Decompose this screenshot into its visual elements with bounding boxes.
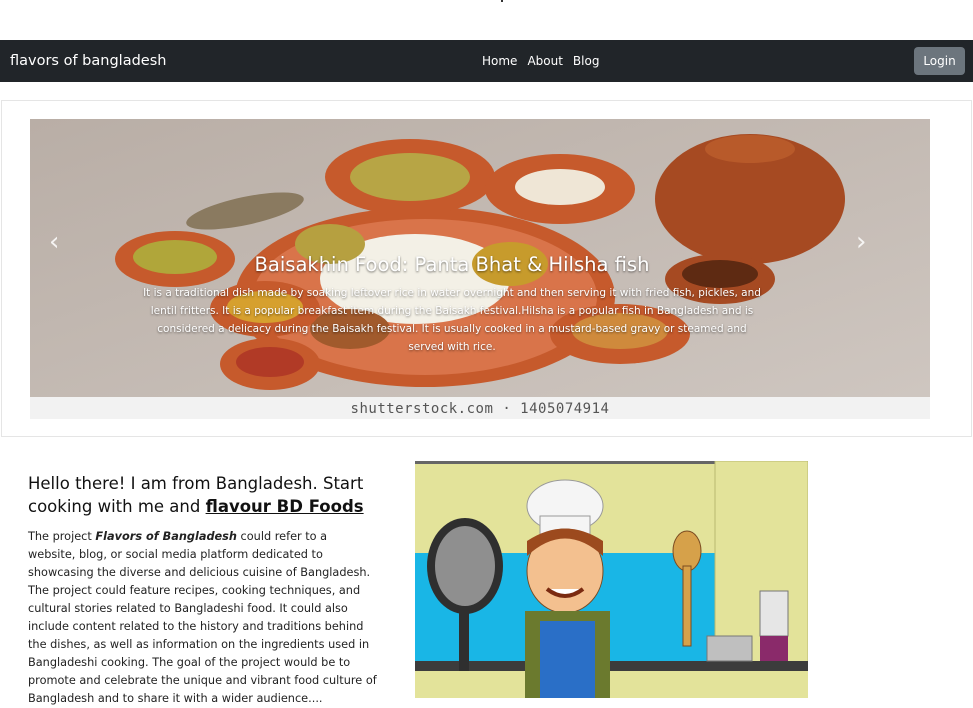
intro-heading: Hello there! I am from Bangladesh. Start… <box>28 472 378 518</box>
carousel: shutterstock.com · 1405074914 ‹ › Baisak… <box>1 100 972 437</box>
project-name: Flavors of Bangladesh <box>95 530 237 543</box>
flavour-bd-foods-link[interactable]: flavour BD Foods <box>206 497 364 516</box>
nav-about-link[interactable]: About <box>527 54 562 68</box>
intro-paragraph-lead: The project <box>28 530 96 543</box>
chef-illustration <box>415 461 808 698</box>
carousel-caption: Baisakhin Food: Panta Bhat & Hilsha fish… <box>142 253 762 356</box>
top-dot <box>501 0 503 2</box>
carousel-title: Baisakhin Food: Panta Bhat & Hilsha fish <box>254 253 650 276</box>
nav-links: Home About Blog <box>482 40 609 82</box>
chevron-left-icon[interactable]: ‹ <box>49 229 59 255</box>
chef-cartoon-image <box>415 461 808 698</box>
nav-blog-link[interactable]: Blog <box>573 54 600 68</box>
carousel-description: It is a traditional dish made by soaking… <box>143 287 761 353</box>
intro-paragraph-rest: could refer to a website, blog, or socia… <box>28 530 377 705</box>
navbar: flavors of bangladesh Home About Blog Lo… <box>0 40 973 82</box>
intro-paragraph: The project Flavors of Bangladesh could … <box>28 528 378 708</box>
chevron-right-icon[interactable]: › <box>856 229 866 255</box>
intro-section: Hello there! I am from Bangladesh. Start… <box>28 472 378 708</box>
login-button[interactable]: Login <box>914 47 965 75</box>
brand-link[interactable]: flavors of bangladesh <box>10 40 166 82</box>
nav-home-link[interactable]: Home <box>482 54 517 68</box>
image-watermark: shutterstock.com · 1405074914 <box>30 397 930 419</box>
